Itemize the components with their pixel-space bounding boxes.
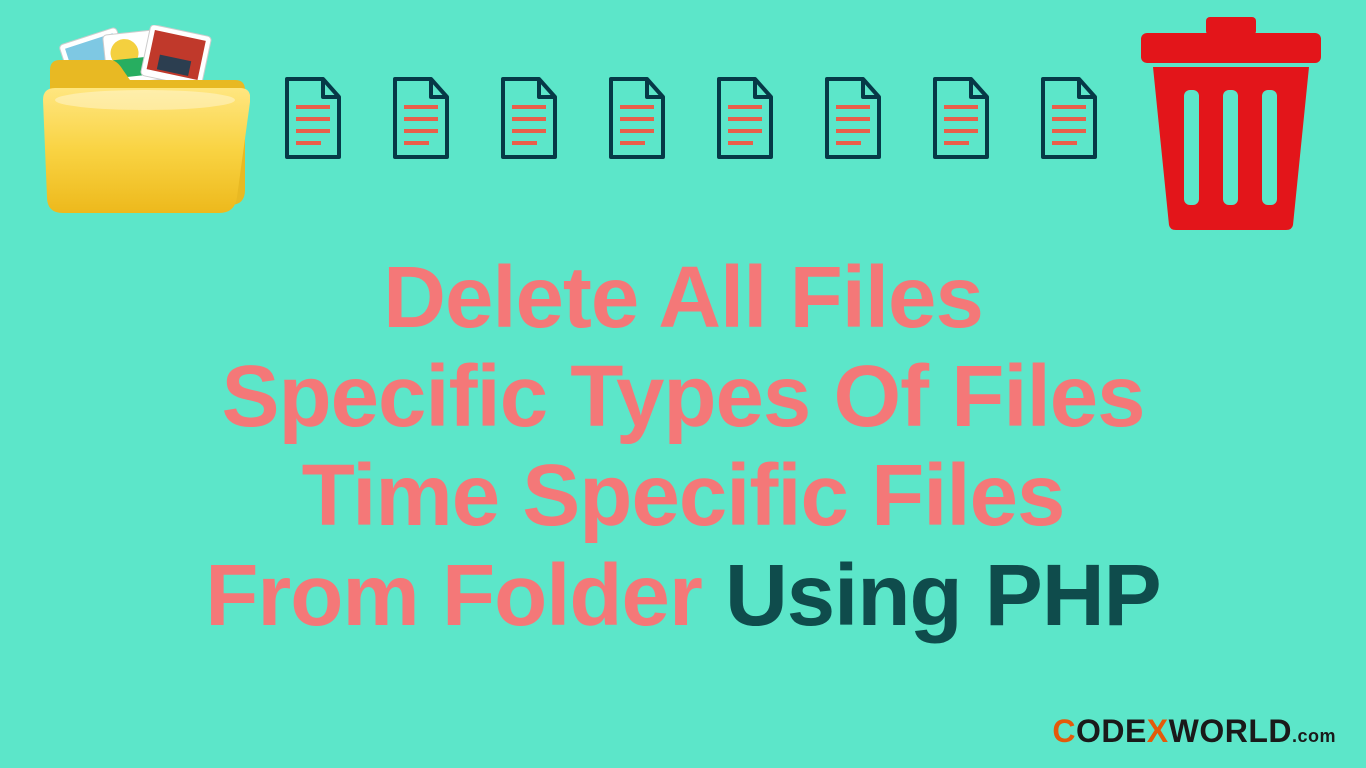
watermark-c: C (1052, 713, 1076, 749)
folder-icon (35, 25, 250, 220)
heading-line-4a: From Folder (205, 547, 725, 644)
watermark-x: X (1147, 713, 1169, 749)
document-file-icon (389, 77, 453, 159)
document-file-icon (929, 77, 993, 159)
document-file-icon (281, 77, 345, 159)
watermark-world: WORLD (1169, 713, 1292, 749)
heading-line-4: From Folder Using PHP (0, 546, 1366, 645)
document-file-icon (497, 77, 561, 159)
document-file-icon (713, 77, 777, 159)
watermark-ode: ODE (1076, 713, 1147, 749)
heading-line-1: Delete All Files (0, 248, 1366, 347)
file-icons-row (280, 77, 1101, 159)
document-file-icon (1037, 77, 1101, 159)
main-heading: Delete All Files Specific Types Of Files… (0, 248, 1366, 645)
watermark-logo: CODEXWORLD.com (1052, 713, 1336, 750)
watermark-dotcom: .com (1292, 726, 1336, 746)
trash-can-icon (1131, 15, 1331, 230)
document-file-icon (605, 77, 669, 159)
heading-line-2: Specific Types Of Files (0, 347, 1366, 446)
heading-line-3: Time Specific Files (0, 446, 1366, 545)
heading-line-4b: Using PHP (725, 547, 1161, 644)
document-file-icon (821, 77, 885, 159)
top-icon-row (0, 0, 1366, 230)
